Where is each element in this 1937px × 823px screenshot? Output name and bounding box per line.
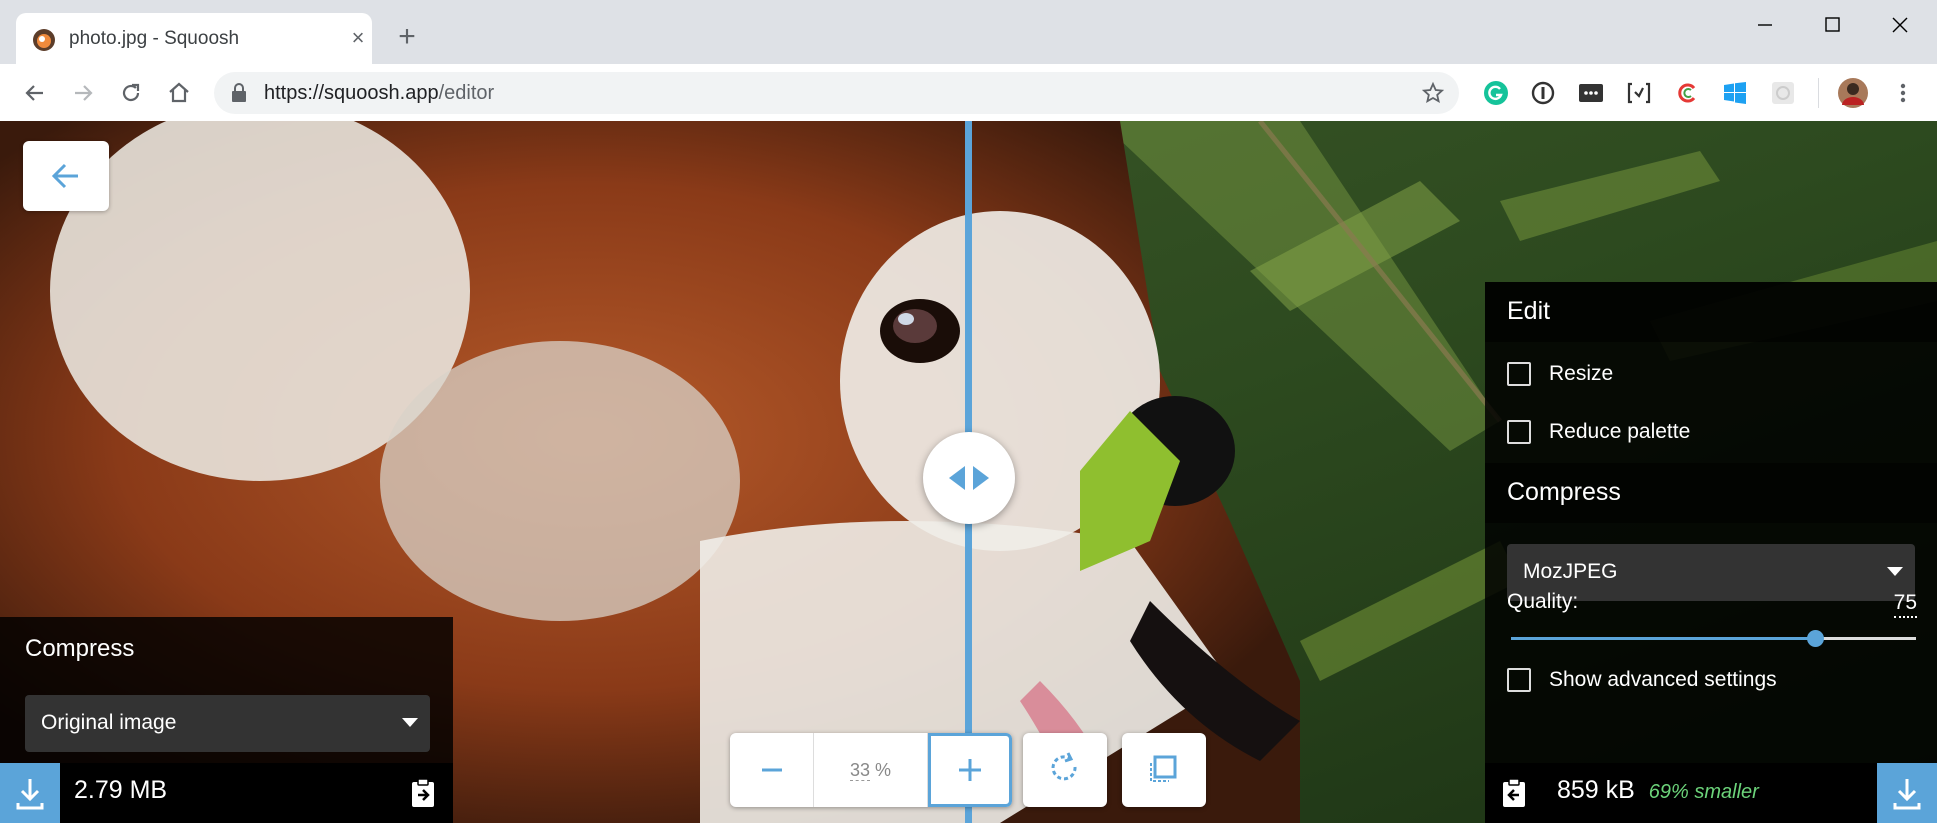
dev-extension-icon[interactable] [1578,80,1604,106]
left-codec-select[interactable]: Original image [25,695,430,752]
quality-value[interactable]: 75 [1893,590,1917,618]
browser-menu-icon[interactable] [1890,80,1916,106]
tab-close-icon[interactable]: × [346,26,370,50]
left-download-button[interactable] [0,763,60,823]
address-bar[interactable]: https://squoosh.app/editor [214,72,1459,114]
savings-percent: 69% smaller [1648,781,1759,803]
advanced-settings-checkbox[interactable] [1507,668,1531,692]
chevron-down-icon [1887,567,1903,576]
right-options-panel: Edit Resize Reduce palette Compress MozJ… [1485,282,1937,823]
url-host: https://squoosh.app [264,82,439,104]
zoom-out-button[interactable] [730,733,814,807]
resize-checkbox[interactable] [1507,362,1531,386]
c-extension-icon[interactable] [1674,80,1700,106]
quality-label: Quality: [1507,590,1579,613]
download-icon [1893,779,1921,810]
copy-settings-icon[interactable] [1499,777,1529,809]
compressed-size-text: 859 kB 69% smaller [1557,776,1759,805]
compress-section-title: Compress [1507,478,1621,506]
tab-title: photo.jpg - Squoosh [69,28,240,49]
lock-icon [232,83,246,102]
left-options-panel: Compress Original image 2.79 MB [0,617,453,823]
background-toggle-icon [1150,755,1177,782]
back-button[interactable] [23,141,109,211]
image-compare-view[interactable]: Compress Original image 2.79 MB Edit Res… [0,121,1937,823]
resize-label: Resize [1549,362,1614,385]
split-arrows-icon [949,466,989,490]
zoom-number: 33 [849,760,870,781]
new-tab-icon[interactable]: + [392,22,422,52]
edit-section-title: Edit [1507,297,1551,325]
maximize-window-icon[interactable] [1812,8,1852,42]
profile-avatar[interactable] [1838,78,1868,108]
squoosh-favicon-icon [33,29,55,51]
right-codec-value: MozJPEG [1523,560,1618,583]
zoom-level[interactable]: 33 % [814,733,928,807]
windows-extension-icon[interactable] [1722,80,1748,106]
url-path: /editor [438,82,495,104]
quality-slider[interactable] [1511,630,1916,647]
split-handle[interactable] [923,432,1015,524]
left-panel-title: Compress [25,635,135,662]
advanced-settings-label: Show advanced settings [1549,668,1777,691]
minus-icon [762,768,782,772]
left-bottom-bar: 2.79 MB [0,763,453,823]
compressed-file-size: 859 kB [1557,776,1635,804]
background-toggle-button[interactable] [1122,733,1206,807]
bracket-extension-icon[interactable] [1626,80,1652,106]
chevron-down-icon [402,718,418,727]
browser-tabstrip: photo.jpg - Squoosh × + [0,0,1937,64]
rotate-button[interactable] [1023,733,1107,807]
zoom-in-button[interactable] [928,733,1012,807]
star-icon[interactable] [1421,81,1445,105]
edit-section-header: Edit [1485,282,1937,342]
home-icon[interactable] [166,80,192,106]
right-bottom-bar: 859 kB 69% smaller [1485,763,1937,823]
toolbar-separator [1818,78,1819,108]
quality-slider-fill [1511,637,1815,640]
zoom-unit: % [875,760,892,780]
reload-icon[interactable] [118,80,144,106]
copy-settings-icon[interactable] [408,777,438,809]
quality-slider-thumb[interactable] [1806,630,1824,647]
original-file-size: 2.79 MB [74,776,168,804]
close-window-icon[interactable] [1880,8,1920,42]
back-icon[interactable] [22,80,48,106]
compress-section-header: Compress [1485,463,1937,523]
minimize-window-icon[interactable] [1744,8,1784,42]
forward-icon[interactable] [70,80,96,106]
right-download-button[interactable] [1877,763,1937,823]
grammarly-extension-icon[interactable] [1483,80,1509,106]
back-arrow-icon [51,163,78,189]
url-text: https://squoosh.app/editor [264,82,494,105]
reduce-palette-checkbox[interactable] [1507,420,1531,444]
reduce-palette-label: Reduce palette [1549,420,1691,443]
browser-tab[interactable]: photo.jpg - Squoosh × [16,13,372,64]
rotate-icon [1051,752,1077,781]
onepassword-extension-icon[interactable] [1530,80,1556,106]
browser-toolbar: https://squoosh.app/editor [0,64,1937,121]
ghost-extension-icon[interactable] [1770,80,1796,106]
zoom-controls: 33 % [730,733,1012,807]
left-codec-value: Original image [41,711,177,734]
plus-icon [959,759,981,781]
download-icon [16,779,44,810]
